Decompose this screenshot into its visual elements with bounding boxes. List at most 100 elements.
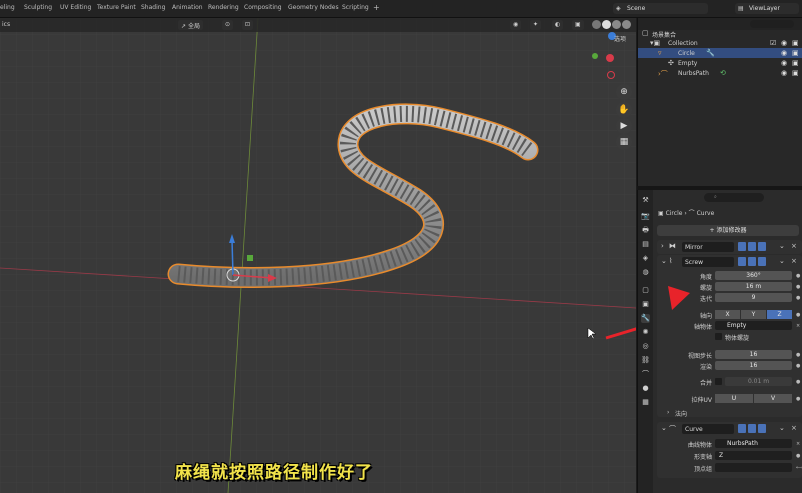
outliner-row-collection[interactable]: ▾▣ Collection ☑ ◉ ▣	[638, 38, 802, 48]
curve-header[interactable]: ⌄ ⌒ Curve ⌄ ×	[657, 422, 802, 436]
merge-field[interactable]: 0.01 m	[725, 377, 792, 386]
clear-icon[interactable]: ×	[796, 441, 800, 447]
camera-icon[interactable]: ▣	[792, 59, 799, 67]
clear-icon[interactable]: ×	[796, 323, 800, 329]
viewport-toggle[interactable]	[748, 257, 756, 266]
curve-object-field[interactable]: NurbsPath	[715, 439, 792, 448]
snap-toggle[interactable]: ⊡	[242, 20, 254, 30]
object-screw-checkbox[interactable]	[715, 333, 722, 340]
tab-compositing[interactable]: Compositing	[244, 4, 282, 11]
keyframe-dot-icon[interactable]: ●	[796, 453, 800, 459]
screw-field[interactable]: 16 m	[715, 282, 792, 291]
checkbox-icon[interactable]: ☑	[770, 39, 776, 47]
merge-checkbox[interactable]	[715, 378, 722, 385]
tab-rendering[interactable]: Rendering	[208, 4, 239, 11]
edit-mode-toggle[interactable]	[738, 257, 746, 266]
texture-tab-icon[interactable]: ▦	[641, 398, 650, 407]
dropdown-icon[interactable]: ⌄	[779, 424, 785, 432]
camera-icon[interactable]: ▶	[616, 118, 632, 134]
screw-name-field[interactable]: Screw	[682, 257, 734, 267]
camera-icon[interactable]: ▣	[792, 69, 799, 77]
axis-z-button[interactable]: Z	[767, 310, 792, 319]
eye-icon[interactable]: ◉	[781, 69, 787, 77]
keyframe-dot-icon[interactable]: ●	[796, 273, 800, 279]
dropdown-icon[interactable]: ⌄	[779, 242, 785, 250]
particles-tab-icon[interactable]: ✺	[641, 328, 650, 337]
eye-icon[interactable]: ◉	[781, 49, 787, 57]
render-steps-field[interactable]: 16	[715, 361, 792, 370]
collection-tab-icon[interactable]: ▢	[641, 286, 650, 295]
outliner-scene-collection[interactable]: ▢ 场景集合	[638, 28, 802, 39]
keyframe-dot-icon[interactable]: ●	[796, 396, 800, 402]
pivot-dropdown[interactable]: ⊙	[222, 20, 234, 30]
pan-hand-icon[interactable]: ✋	[616, 102, 632, 118]
eye-icon[interactable]: ◉	[781, 39, 787, 47]
keyframe-dot-icon[interactable]: ●	[796, 363, 800, 369]
render-toggle[interactable]	[758, 257, 766, 266]
axis-object-field[interactable]: Empty	[715, 321, 792, 330]
axis-y-button[interactable]: Y	[741, 310, 766, 319]
modifier-tab-icon[interactable]: 🔧	[641, 314, 650, 323]
orientation-dropdown[interactable]: ↗ 全局	[178, 20, 203, 30]
view-layer-selector[interactable]: ▤ ViewLayer	[735, 3, 799, 14]
outliner-row-circle[interactable]: ▿ Circle 🔧 ◉ ▣	[638, 48, 802, 58]
tab-scripting[interactable]: Scripting	[342, 4, 369, 11]
properties-search[interactable]: ⌕	[704, 193, 764, 202]
3d-viewport[interactable]: ics ↗ 全局 ⊙ ⊡ ◉ ✦ ◐ ▣ 选项 ⊕ ✋ ▶ ▦ 麻绳就按照路径制…	[0, 18, 636, 493]
tool-tab-icon[interactable]: ⚒	[641, 196, 650, 205]
material-shading-button[interactable]	[612, 20, 621, 29]
output-tab-icon[interactable]: 🖶	[641, 226, 650, 235]
gizmo-toggle[interactable]: ✦	[530, 20, 542, 30]
iterations-field[interactable]: 9	[715, 293, 792, 302]
options-dropdown[interactable]: 选项	[614, 34, 626, 43]
dropdown-icon[interactable]: ⌄	[779, 257, 785, 265]
render-tab-icon[interactable]: 📷	[641, 212, 650, 221]
physics-tab-icon[interactable]: ◎	[641, 342, 650, 351]
tab-modeling[interactable]: eling	[0, 4, 15, 11]
outliner-row-nurbspath[interactable]: ›⌒ NurbsPath ⟲ ◉ ▣	[638, 68, 802, 78]
axis-x-button[interactable]: X	[715, 310, 740, 319]
rendered-shading-button[interactable]	[622, 20, 631, 29]
data-tab-icon[interactable]: ⌒	[641, 370, 650, 379]
edit-mode-toggle[interactable]	[738, 424, 746, 433]
edit-mode-toggle[interactable]	[738, 242, 746, 251]
invert-icon[interactable]: ⟷	[796, 465, 802, 471]
curve-name-field[interactable]: Curve	[682, 424, 734, 434]
close-icon[interactable]: ×	[791, 424, 797, 432]
outliner-row-empty[interactable]: ✣ Empty ◉ ▣	[638, 58, 802, 68]
tab-texture-paint[interactable]: Texture Paint	[97, 4, 136, 11]
chevron-down-icon[interactable]: ⌄	[661, 257, 667, 265]
chevron-down-icon[interactable]: ⌄	[661, 424, 667, 432]
render-toggle[interactable]	[758, 424, 766, 433]
camera-icon[interactable]: ▣	[792, 49, 799, 57]
mirror-header[interactable]: › ⧓ Mirror ⌄ ×	[657, 240, 802, 254]
outliner-search[interactable]	[750, 20, 794, 28]
keyframe-dot-icon[interactable]: ●	[796, 295, 800, 301]
add-workspace-button[interactable]: +	[373, 3, 380, 12]
viewport-toggle[interactable]	[748, 424, 756, 433]
mirror-name-field[interactable]: Mirror	[682, 242, 734, 252]
stretch-v-button[interactable]: V	[754, 394, 792, 403]
scene-tab-icon[interactable]: ◈	[641, 254, 650, 263]
wireframe-shading-button[interactable]	[592, 20, 601, 29]
deform-axis-dropdown[interactable]: Z	[715, 451, 792, 460]
add-modifier-button[interactable]: + 添加修改器	[657, 225, 799, 236]
close-icon[interactable]: ×	[791, 242, 797, 250]
tab-geometry-nodes[interactable]: Geometry Nodes	[288, 4, 339, 11]
scene-selector[interactable]: ◈ Scene	[613, 3, 708, 14]
view-layer-tab-icon[interactable]: ▤	[641, 240, 650, 249]
chevron-right-icon[interactable]: ›	[661, 242, 664, 250]
keyframe-dot-icon[interactable]: ●	[796, 312, 800, 318]
keyframe-dot-icon[interactable]: ●	[796, 352, 800, 358]
camera-icon[interactable]: ▣	[792, 39, 799, 47]
world-tab-icon[interactable]: ◍	[641, 268, 650, 277]
overlay-toggle[interactable]: ◐	[552, 20, 564, 30]
stretch-u-button[interactable]: U	[715, 394, 753, 403]
constraints-tab-icon[interactable]: ⛓	[641, 356, 650, 365]
close-icon[interactable]: ×	[791, 257, 797, 265]
visibility-dropdown[interactable]: ◉	[510, 20, 522, 30]
viewport-toggle[interactable]	[748, 242, 756, 251]
xray-toggle[interactable]: ▣	[572, 20, 584, 30]
tab-sculpting[interactable]: Sculpting	[24, 4, 52, 11]
render-toggle[interactable]	[758, 242, 766, 251]
